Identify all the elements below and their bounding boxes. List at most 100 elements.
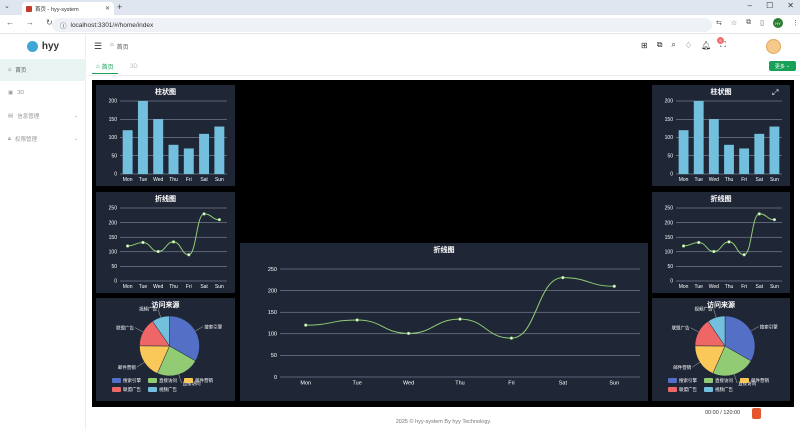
bar [769,126,780,174]
data-point [772,218,777,222]
x-tick-label: Sat [200,284,208,290]
browser-tab-title: 首页 - hyy-system [35,6,79,13]
legend-swatch [704,378,713,383]
y-tick-label: 100 [109,249,118,255]
address-bar[interactable]: ⓘ localhost:3301/#/home/index [52,18,712,32]
logo-icon [26,40,38,52]
back-icon[interactable]: ← [6,18,14,27]
series-line [305,277,615,339]
theme-icon[interactable]: ♢ [685,41,692,50]
tab-3d[interactable]: 3D [130,60,138,74]
tab-label: 3D [130,64,138,70]
bar [168,144,179,174]
series-line [127,213,220,256]
search-icon[interactable]: ⌕ [671,40,675,50]
data-point [141,240,145,245]
chevron-down-icon: ⌄ [73,136,78,142]
legend-label: 邮件营销 [195,377,213,384]
y-tick-label: 150 [109,117,118,123]
tabs-bar [87,58,800,76]
tab-search-icon[interactable]: ⌄ [4,2,10,10]
notification-bell-icon[interactable]: 🔔︎ [701,41,711,50]
y-tick-label: 100 [665,135,674,141]
extensions-icon[interactable]: ⧉ [746,19,751,27]
x-tick-label: Sat [200,177,208,183]
close-tab-icon[interactable]: ✕ [105,5,110,12]
x-tick-label: Sat [559,381,568,387]
user-avatar[interactable] [766,39,781,54]
sidebar-item-home[interactable]: ⌂ 首页 [0,59,86,81]
x-tick-label: Fri [741,177,747,183]
bookmark-star-icon[interactable]: ☆ [731,19,737,27]
home-icon: ⌂ [110,42,114,48]
maximize-icon[interactable]: ☐ [766,1,773,10]
x-tick-label: Fri [186,284,192,290]
x-tick-label: Sun [609,381,619,387]
sidebar-item-label: 首页 [15,68,27,74]
x-tick-label: Sun [770,284,779,290]
sidebar-item-label: 权限管理 [14,137,37,143]
y-tick-label: 0 [114,279,117,285]
legend-label: 联盟广告 [123,386,141,393]
sidebar-item-permission[interactable]: 🔒︎ 权限管理 ⌄ [0,128,86,150]
forward-icon[interactable]: → [26,18,34,27]
y-tick-label: 0 [114,172,117,178]
slice-label: 邮件营销 [673,364,691,371]
sidebar-item-label: 3D [17,90,25,96]
legend-label: 邮件营销 [751,377,769,384]
data-point [126,244,130,248]
x-tick-label: Tue [353,381,362,387]
label-line [692,362,700,368]
x-tick-label: Fri [186,177,192,183]
x-tick-label: Thu [725,177,734,183]
bar-chart-svg: 0 50 100 150 200 Mon Tue Wed Thu Fri Sat Sun [665,99,782,183]
data-point [187,253,191,257]
legend-label: 搜索引擎 [679,377,697,384]
language-icon[interactable]: ⧉ [657,40,663,50]
breadcrumb: ⌂ 首页 [110,42,129,51]
y-tick-label: 250 [109,206,118,212]
line-chart-svg: 0 50 100 150 200 250 Mon Tue Wed Thu Fri Sat Sun [665,206,782,290]
tab-home[interactable]: ⌂ 首页 [92,60,118,74]
translate-icon[interactable]: ⇆ [716,19,722,27]
legend-swatch [112,387,121,392]
browser-menu-icon[interactable]: ⋮ [792,19,799,27]
player-time: 00:00 / 120:00 [705,410,741,416]
sidepanel-icon[interactable]: ▯ [760,19,764,27]
fullscreen-icon[interactable]: ⤢ [772,88,778,98]
component-size-icon[interactable]: ⊞ [641,41,648,50]
menu-toggle-icon[interactable]: ☰ [94,41,102,52]
x-tick-label: Sun [770,177,779,183]
x-tick-label: Fri [741,284,747,290]
legend-swatch [112,378,121,383]
minimize-icon[interactable]: – [748,1,752,10]
app-logo[interactable]: hyy [0,34,86,58]
y-tick-label: 50 [271,353,277,359]
data-point [355,318,359,322]
x-tick-label: Thu [169,177,178,183]
site-info-icon[interactable]: ⓘ [60,20,67,30]
label-line [178,374,182,384]
slice-label: 邮件营销 [118,364,136,371]
data-point [712,249,716,254]
y-tick-label: 0 [670,279,673,285]
profile-avatar[interactable]: HY [773,18,784,28]
player-icon[interactable] [752,408,761,419]
header-actions: ⊞ ⧉ ⌕ ♢ 🔔︎ ⛶ [641,40,726,50]
browser-tab[interactable]: 首页 - hyy-system ✕ [22,2,114,15]
data-point [406,331,411,335]
sidebar-item-info[interactable]: ▤ 信息管理 ⌄ [0,105,86,127]
breadcrumb-item[interactable]: 首页 [117,42,129,51]
new-tab-button[interactable]: + [117,2,122,12]
x-tick-label: Mon [123,284,133,290]
data-point [561,276,565,280]
data-point [727,240,731,244]
bar [724,144,734,174]
close-window-icon[interactable]: ✕ [787,1,794,10]
pie-chart-right: 访问来源 搜索引擎 直接访问 邮件营销 联盟广告 视频广告 搜索引擎 直接访问 邮件营销 联盟广… [652,298,790,401]
sidebar-item-3d[interactable]: ▣ 3D [0,82,86,104]
line-chart-center: 折线图 0 50 100 150 200 250 Mon Tue Wed Thu Fri Sat Sun [240,243,648,401]
data-point [202,212,206,216]
more-button[interactable]: 更多 ⌄ [769,61,796,71]
chevron-down-icon: ⌄ [73,113,78,119]
